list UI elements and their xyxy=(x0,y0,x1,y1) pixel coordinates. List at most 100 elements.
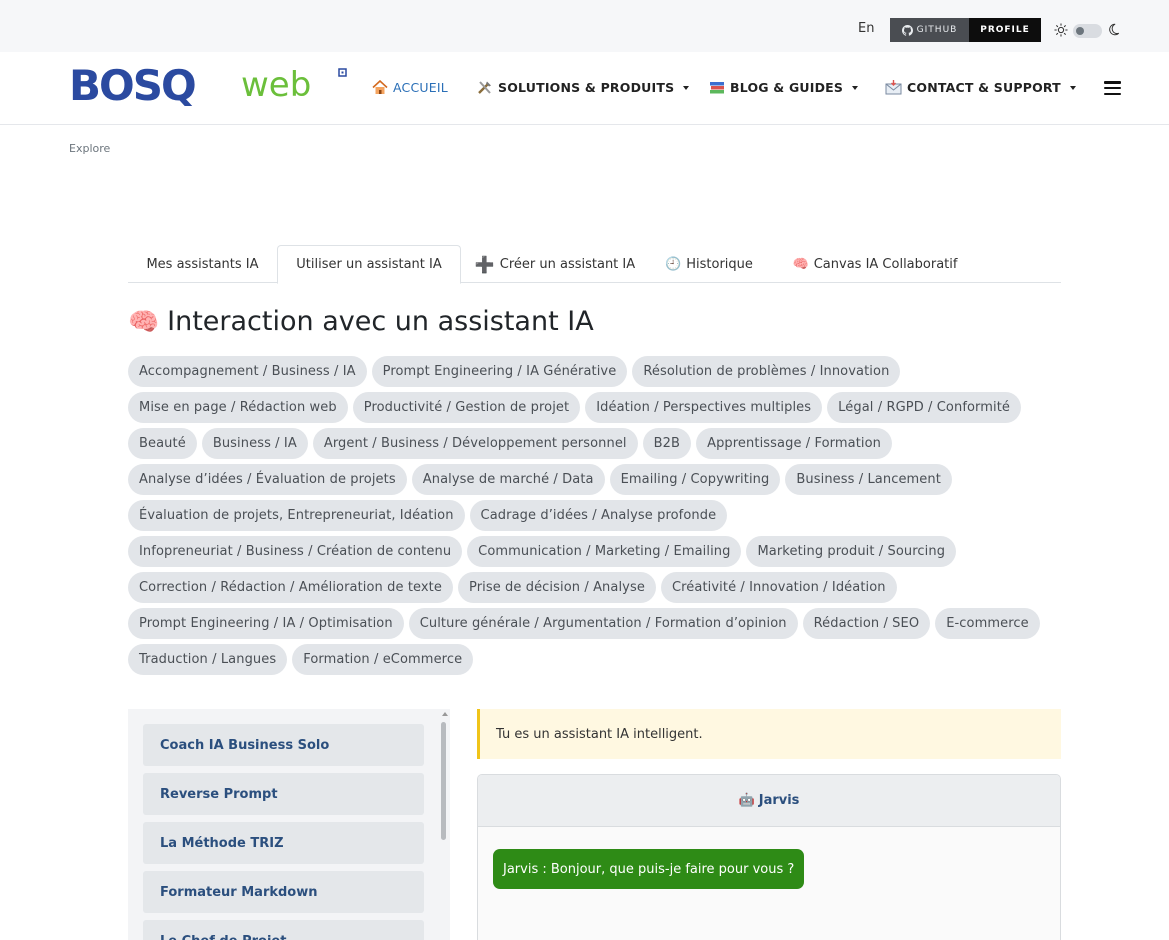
robot-icon: 🤖 xyxy=(738,793,755,808)
category-tag[interactable]: Prise de décision / Analyse xyxy=(457,572,656,603)
assistant-list-item[interactable]: Formateur Markdown xyxy=(143,871,424,913)
assistant-list-item[interactable]: Coach IA Business Solo xyxy=(143,724,424,766)
tools-icon xyxy=(478,81,491,94)
tab-utiliser-assistant[interactable]: Utiliser un assistant IA xyxy=(277,245,461,284)
nav-accueil[interactable]: ACCUEIL xyxy=(372,80,448,95)
moon-icon[interactable] xyxy=(1107,23,1120,36)
category-tag[interactable]: Analyse de marché / Data xyxy=(411,464,605,495)
chevron-down-icon xyxy=(852,85,859,90)
sun-icon[interactable] xyxy=(1054,23,1068,37)
assistant-list-item[interactable]: Le Chef de Projet xyxy=(143,920,424,940)
books-icon xyxy=(710,81,724,93)
category-tag[interactable]: Beauté xyxy=(128,428,197,459)
nav-contact-label: CONTACT & SUPPORT xyxy=(907,80,1061,95)
category-tag[interactable]: Argent / Business / Développement person… xyxy=(312,428,638,459)
category-tag[interactable]: Formation / eCommerce xyxy=(292,644,474,675)
tag-row: Mise en page / Rédaction web Productivité… xyxy=(128,392,1068,423)
category-tag[interactable]: Infopreneuriat / Business / Création de … xyxy=(128,536,463,567)
tab-creer-assistant[interactable]: ➕ Créer un assistant IA xyxy=(465,245,645,283)
category-tag[interactable]: Légal / RGPD / Conformité xyxy=(827,392,1022,423)
tag-row: Évaluation de projets, Entrepreneuriat, … xyxy=(128,500,1068,531)
assistant-list-item[interactable]: Reverse Prompt xyxy=(143,773,424,815)
github-icon xyxy=(901,24,913,36)
tag-row: Traduction / Langues Formation / eCommerc… xyxy=(128,644,1068,675)
category-tag[interactable]: Correction / Rédaction / Amélioration de… xyxy=(128,572,453,603)
assistant-list: Coach IA Business Solo Reverse Prompt La M… xyxy=(128,709,450,940)
envelope-icon xyxy=(885,80,902,95)
category-tag[interactable]: Business / Lancement xyxy=(785,464,952,495)
chevron-down-icon xyxy=(683,85,690,90)
category-tag[interactable]: Marketing produit / Sourcing xyxy=(746,536,957,567)
category-tag[interactable]: B2B xyxy=(642,428,692,459)
nav-accueil-label: ACCUEIL xyxy=(393,80,448,95)
category-tag[interactable]: E-commerce xyxy=(935,608,1040,639)
category-tag[interactable]: Prompt Engineering / IA Générative xyxy=(371,356,628,387)
assistant-list-item[interactable]: La Méthode TRIZ xyxy=(143,822,424,864)
tab-canvas-collaboratif[interactable]: 🧠 Canvas IA Collaboratif xyxy=(782,245,968,283)
system-prompt-box: Tu es un assistant IA intelligent. xyxy=(477,709,1061,759)
theme-toggle[interactable] xyxy=(1073,24,1102,38)
bosqweb-logo[interactable]: BOSQ web xyxy=(69,60,349,118)
tag-row: Prompt Engineering / IA / Optimisation Cu… xyxy=(128,608,1068,639)
chat-window: 🤖 Jarvis Jarvis : Bonjour, que puis-je f… xyxy=(477,774,1061,940)
tab-label: Utiliser un assistant IA xyxy=(296,257,442,272)
nav-blog-guides[interactable]: BLOG & GUIDES xyxy=(709,80,859,95)
assistant-tabs: Mes assistants IA Utiliser un assistant … xyxy=(128,245,1061,284)
brain-icon: 🧠 xyxy=(792,256,809,272)
github-button[interactable]: GITHUB xyxy=(890,18,969,42)
profile-button[interactable]: PROFILE xyxy=(969,18,1041,42)
nav-contact-support[interactable]: CONTACT & SUPPORT xyxy=(885,80,1076,95)
tag-row: Correction / Rédaction / Amélioration de… xyxy=(128,572,1068,603)
nav-solutions-label: SOLUTIONS & PRODUITS xyxy=(498,80,675,95)
tab-historique[interactable]: 🕘 Historique xyxy=(656,245,762,283)
page-title-text: Interaction avec un assistant IA xyxy=(167,306,594,337)
system-prompt-text: Tu es un assistant IA intelligent. xyxy=(496,726,703,742)
tab-label: Mes assistants IA xyxy=(146,256,259,272)
category-tag[interactable]: Cadrage d’idées / Analyse profonde xyxy=(469,500,728,531)
tag-row: Beauté Business / IA Argent / Business / D… xyxy=(128,428,1068,459)
tag-row: Infopreneuriat / Business / Création de … xyxy=(128,536,1068,567)
category-tag[interactable]: Emailing / Copywriting xyxy=(609,464,781,495)
tag-row: Accompagnement / Business / IA Prompt Eng… xyxy=(128,356,1068,387)
breadcrumb[interactable]: Explore xyxy=(69,142,110,155)
tag-row: Analyse d’idées / Évaluation de projets A… xyxy=(128,464,1068,495)
list-scrollbar[interactable] xyxy=(439,709,449,940)
category-tag[interactable]: Résolution de problèmes / Innovation xyxy=(632,356,901,387)
page-title: 🧠 Interaction avec un assistant IA xyxy=(128,306,594,337)
house-icon xyxy=(372,80,388,94)
nav-blog-label: BLOG & GUIDES xyxy=(730,80,844,95)
tab-mes-assistants[interactable]: Mes assistants IA xyxy=(128,245,277,283)
category-tag[interactable]: Accompagnement / Business / IA xyxy=(128,356,367,387)
category-tag[interactable]: Traduction / Langues xyxy=(128,644,288,675)
profile-label: PROFILE xyxy=(980,25,1030,35)
chevron-down-icon xyxy=(1069,85,1076,90)
logo-text-left: BOSQ xyxy=(69,61,195,110)
category-tag[interactable]: Prompt Engineering / IA / Optimisation xyxy=(128,608,404,639)
nav-solutions-produits[interactable]: SOLUTIONS & PRODUITS xyxy=(477,80,690,95)
brain-icon: 🧠 xyxy=(128,306,160,336)
tab-label: Historique xyxy=(686,256,753,272)
category-tag[interactable]: Culture générale / Argumentation / Forma… xyxy=(408,608,798,639)
category-tag[interactable]: Créativité / Innovation / Idéation xyxy=(660,572,897,603)
hamburger-menu-icon[interactable] xyxy=(1104,81,1121,95)
plus-icon: ➕ xyxy=(474,254,495,274)
category-tag[interactable]: Apprentissage / Formation xyxy=(696,428,893,459)
main-navbar: BOSQ web ACCUEIL SOLUTIONS & PRODUITS BL… xyxy=(0,52,1169,125)
bot-name: Jarvis xyxy=(758,793,800,808)
category-tag[interactable]: Idéation / Perspectives multiples xyxy=(585,392,823,423)
top-utility-bar: En GITHUB PROFILE xyxy=(0,0,1169,52)
category-tag[interactable]: Business / IA xyxy=(201,428,308,459)
category-tag[interactable]: Mise en page / Rédaction web xyxy=(128,392,348,423)
category-tag[interactable]: Rédaction / SEO xyxy=(802,608,931,639)
tab-label: Canvas IA Collaboratif xyxy=(813,256,958,272)
category-tag[interactable]: Productivité / Gestion de projet xyxy=(352,392,581,423)
category-tag[interactable]: Communication / Marketing / Emailing xyxy=(467,536,742,567)
category-tag[interactable]: Analyse d’idées / Évaluation de projets xyxy=(128,464,407,495)
category-tag[interactable]: Évaluation de projets, Entrepreneuriat, … xyxy=(128,500,465,531)
toggle-knob xyxy=(1076,27,1084,35)
bot-message: Jarvis : Bonjour, que puis-je faire pour… xyxy=(493,849,805,889)
scrollbar-thumb[interactable] xyxy=(441,722,446,840)
language-selector[interactable]: En xyxy=(858,21,874,36)
scroll-up-icon[interactable] xyxy=(442,712,448,716)
tab-label: Créer un assistant IA xyxy=(499,256,636,272)
